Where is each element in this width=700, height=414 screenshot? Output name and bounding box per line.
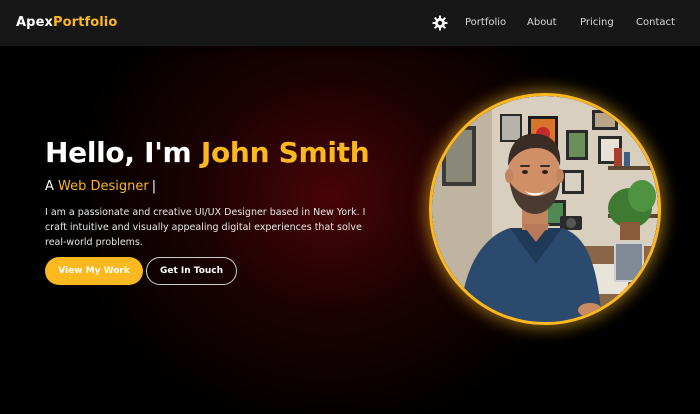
logo-text-apex: Apex [16,15,53,30]
theme-toggle-gear-icon[interactable] [432,15,448,31]
nav-link-portfolio[interactable]: Portfolio [465,16,506,29]
typing-caret: | [151,179,157,194]
nav-link-about[interactable]: About [527,16,557,29]
role-title: Web Designer [58,179,149,194]
profile-portrait [429,93,661,325]
hero-bio: I am a passionate and creative UI/UX Des… [45,207,366,248]
nav-link-pricing[interactable]: Pricing [580,16,614,29]
view-my-work-button[interactable]: View My Work [45,257,143,285]
hero-heading: Hello, I'm John Smith [45,136,370,170]
top-navbar: ApexPortfolio Portfolio About Pricing Co… [0,0,700,46]
hero-name: John Smith [200,136,370,169]
nav-link-contact[interactable]: Contact [636,16,675,29]
site-logo[interactable]: ApexPortfolio [16,14,117,32]
role-prefix: A [45,179,54,194]
hero-section: Hello, I'm John Smith A Web Designer | I … [0,46,700,414]
get-in-touch-button[interactable]: Get In Touch [146,257,237,285]
hero-role-line: A Web Designer | [45,178,156,195]
hero-greeting: Hello, I'm [45,136,192,169]
portrait-illustration [432,96,658,322]
logo-text-portfolio: Portfolio [52,15,118,30]
